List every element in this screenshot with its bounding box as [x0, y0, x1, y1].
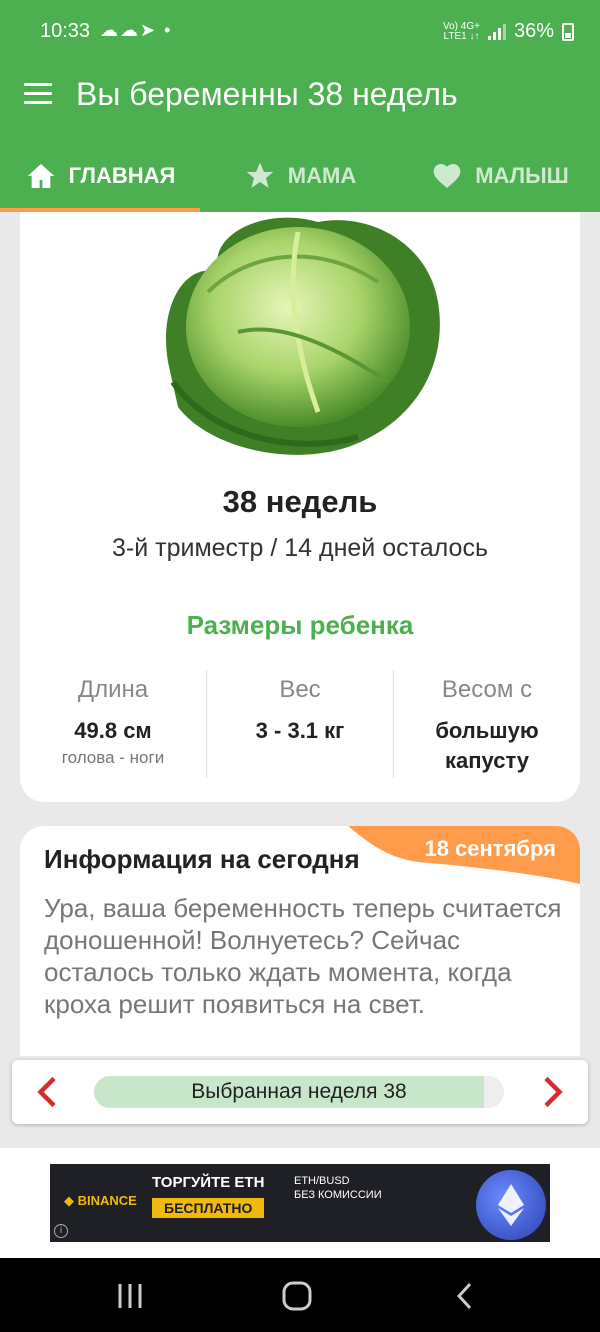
- date-badge: 18 сентября: [348, 826, 580, 884]
- network-top: Vo) 4G+: [443, 20, 480, 32]
- length-column: Длина 49.8 см голова - ноги: [20, 670, 207, 778]
- page-title: Вы беременны 38 недель: [76, 76, 458, 112]
- ad-headline: ТОРГУЙТЕ ETH: [152, 1174, 265, 1191]
- cabbage-image: [166, 217, 440, 455]
- date-text: 18 сентября: [424, 836, 556, 861]
- week-navigator: Выбранная неделя 38: [12, 1060, 588, 1124]
- ad-subtext: ETH/BUSD БЕЗ КОМИССИИ: [294, 1174, 382, 1202]
- info-text: Ура, ваша беременность теперь считается …: [44, 893, 562, 1019]
- tab-bar: ГЛАВНАЯ МАМА МАЛЫШ: [0, 140, 600, 212]
- info-card: 18 сентября Информация на сегодня Ура, в…: [20, 826, 580, 1056]
- length-hint: голова - ноги: [61, 748, 165, 767]
- signal-icon: [487, 23, 506, 40]
- battery-icon: [562, 22, 574, 41]
- tab-home-label: ГЛАВНАЯ: [68, 163, 176, 188]
- week-title: 38 недель: [222, 484, 378, 519]
- home-button-icon[interactable]: [281, 1280, 313, 1312]
- menu-icon[interactable]: [24, 83, 52, 105]
- length-value: 49.8 см: [74, 718, 152, 743]
- baby-sizes-title: Размеры ребенка: [186, 610, 414, 640]
- app-bar: Вы беременны 38 недель: [0, 50, 600, 140]
- week-card: 38 недель 3-й триместр / 14 дней осталос…: [20, 212, 580, 802]
- weight-value: 3 - 3.1 кг: [255, 718, 345, 743]
- tab-home[interactable]: ГЛАВНАЯ: [0, 140, 200, 212]
- recent-apps-icon[interactable]: [114, 1280, 146, 1312]
- battery-percent: 36%: [513, 20, 554, 42]
- ad-area: ◆ BINANCE ТОРГУЙТЕ ETH БЕСПЛАТНО ETH/BUS…: [0, 1148, 600, 1258]
- ad-sub: БЕЗ КОМИССИИ: [294, 1189, 382, 1201]
- week-progress-bar[interactable]: Выбранная неделя 38: [94, 1076, 504, 1108]
- ad-cta: БЕСПЛАТНО: [152, 1198, 265, 1218]
- back-icon[interactable]: [450, 1280, 482, 1312]
- home-icon: [27, 164, 54, 188]
- chevron-right-icon[interactable]: [534, 1074, 570, 1110]
- compare-label: Весом с: [441, 676, 533, 703]
- compare-column: Весом с большую капусту: [394, 670, 580, 778]
- ad-brand: ◆ BINANCE: [64, 1193, 137, 1208]
- ad-banner[interactable]: ◆ BINANCE ТОРГУЙТЕ ETH БЕСПЛАТНО ETH/BUS…: [50, 1164, 550, 1242]
- compare-value: большую капусту: [435, 718, 539, 773]
- status-bar: 10:33 ☁☁➤ • Vo) 4G+ LTE1 ↓↑ 36%: [0, 0, 600, 50]
- heart-icon: [433, 164, 461, 188]
- size-columns: Длина 49.8 см голова - ноги Вес 3 - 3.1 …: [20, 670, 580, 778]
- trimester-info: 3-й триместр / 14 дней осталось: [112, 534, 488, 562]
- ad-info-icon[interactable]: i: [54, 1224, 68, 1238]
- chevron-left-icon[interactable]: [30, 1074, 66, 1110]
- weight-column: Вес 3 - 3.1 кг: [207, 670, 394, 778]
- weight-label: Вес: [279, 676, 321, 703]
- tab-mama-label: МАМА: [287, 163, 357, 188]
- tab-baby[interactable]: МАЛЫШ: [400, 140, 600, 212]
- tab-baby-label: МАЛЫШ: [475, 163, 569, 188]
- selected-week-label: Выбранная неделя 38: [191, 1080, 407, 1103]
- length-label: Длина: [77, 676, 149, 703]
- info-title: Информация на сегодня: [44, 844, 360, 874]
- system-nav-bar: [0, 1258, 600, 1332]
- tab-mama[interactable]: МАМА: [200, 140, 400, 212]
- network-bottom: LTE1 ↓↑: [443, 30, 480, 42]
- network-indicator: Vo) 4G+ LTE1 ↓↑: [443, 20, 480, 42]
- status-right: Vo) 4G+ LTE1 ↓↑ 36%: [443, 20, 574, 43]
- status-time: 10:33: [40, 20, 91, 42]
- ethereum-coin-icon: [476, 1170, 546, 1240]
- star-icon: [246, 162, 274, 188]
- notification-icons: ☁☁➤ •: [100, 20, 173, 40]
- ad-pair: ETH/BUSD: [294, 1175, 350, 1187]
